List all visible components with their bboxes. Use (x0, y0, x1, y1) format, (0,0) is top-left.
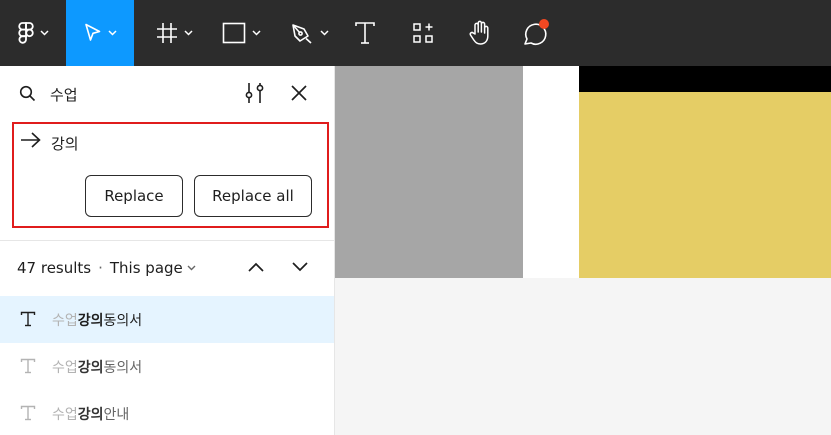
comments-button[interactable] (514, 0, 556, 66)
frame-hash-icon (156, 23, 177, 43)
chevron-down-icon (319, 30, 329, 36)
chevron-up-icon[interactable] (247, 261, 265, 273)
result-item[interactable]: 수업강의동의서 (0, 343, 334, 390)
canvas-gray-frame[interactable] (335, 66, 523, 278)
chevron-down-icon (39, 30, 49, 36)
text-tool-button[interactable] (348, 0, 382, 66)
chevron-down-icon (183, 30, 193, 36)
find-replace-panel: Replace Replace all 47 results · This pa… (0, 66, 335, 435)
pen-nib-icon (291, 24, 312, 44)
replace-input[interactable] (51, 131, 291, 155)
find-input[interactable] (50, 80, 230, 108)
move-tool-button[interactable] (66, 0, 134, 66)
chevron-down-icon (107, 30, 117, 36)
hand-icon (469, 20, 489, 45)
adjust-options-icon[interactable] (244, 81, 266, 105)
close-icon[interactable] (289, 83, 309, 103)
text-layer-icon (20, 358, 36, 374)
chevron-down-icon (251, 30, 261, 36)
comment-bubble-icon (524, 19, 549, 46)
arrow-right-icon (21, 132, 41, 148)
shape-tool-button[interactable] (212, 0, 270, 66)
main-menu-button[interactable] (8, 0, 58, 66)
text-layer-icon (20, 405, 36, 421)
scope-dropdown[interactable]: This page (110, 259, 196, 277)
canvas-yellow-frame[interactable] (579, 92, 831, 278)
rectangle-icon (222, 22, 245, 44)
chevron-down-icon[interactable] (291, 261, 309, 273)
scope-label: This page (109, 259, 183, 277)
result-item[interactable]: 수업강의동의서 (0, 296, 334, 343)
replace-button[interactable]: Replace (85, 175, 183, 217)
top-toolbar (0, 0, 831, 66)
replace-all-button[interactable]: Replace all (194, 175, 312, 217)
hand-tool-button[interactable] (460, 0, 500, 66)
pen-tool-button[interactable] (280, 0, 338, 66)
separator: · (98, 259, 103, 277)
notification-dot (539, 19, 549, 29)
results-header: 47 results · This page (0, 241, 335, 296)
chevron-down-icon (187, 265, 196, 271)
cursor-arrow-icon (84, 23, 100, 41)
canvas-white-frame[interactable] (523, 66, 579, 278)
find-row (0, 66, 335, 122)
figma-logo-icon (17, 22, 34, 44)
result-name: 수업강의안내 (52, 407, 130, 423)
resources-grid-icon (413, 23, 433, 43)
search-icon (19, 85, 36, 102)
frame-tool-button[interactable] (146, 0, 202, 66)
replace-section: Replace Replace all (12, 122, 329, 228)
text-layer-icon (20, 311, 36, 327)
canvas-black-bar[interactable] (579, 66, 831, 92)
results-count: 47 results (17, 259, 92, 277)
result-name: 수업강의동의서 (52, 360, 143, 376)
resources-button[interactable] (404, 0, 442, 66)
result-item[interactable]: 수업강의안내 (0, 390, 334, 435)
design-canvas[interactable] (335, 66, 831, 435)
result-name: 수업강의동의서 (52, 313, 143, 329)
text-t-icon (355, 22, 375, 44)
